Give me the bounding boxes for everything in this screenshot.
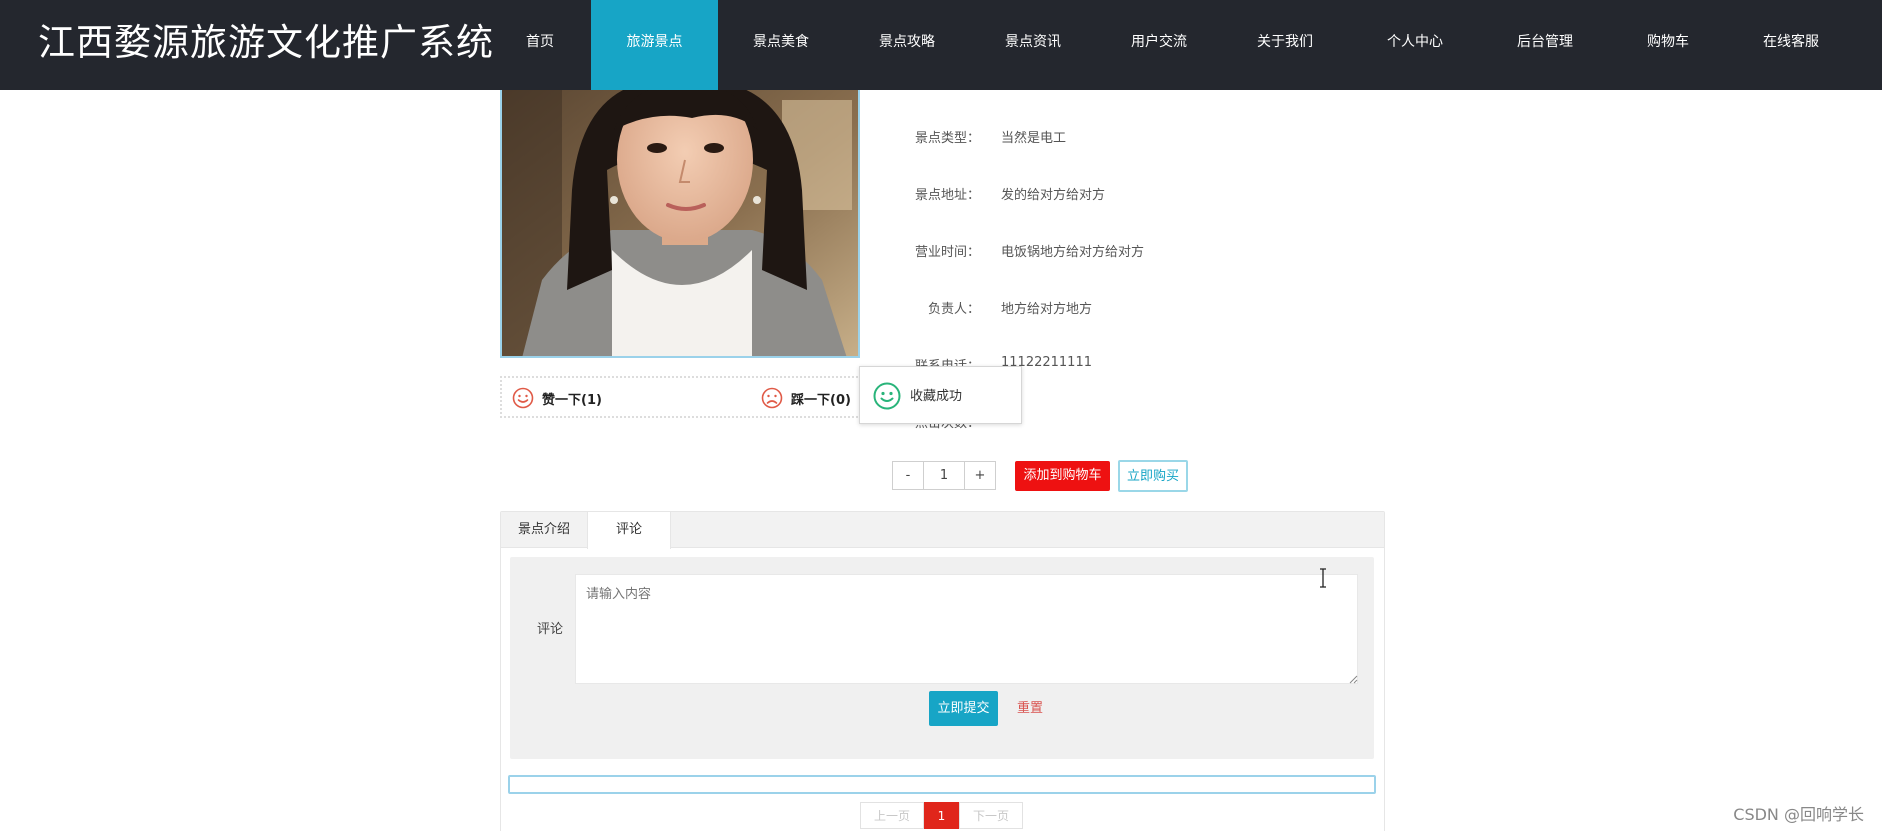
frown-icon xyxy=(761,387,783,409)
toast-message: 收藏成功 xyxy=(910,389,963,404)
dislike-label: 踩一下(0) xyxy=(791,392,851,408)
comment-label: 评论 xyxy=(537,622,564,637)
info-label-manager: 负责人： xyxy=(927,302,980,317)
dislike-button[interactable]: 踩一下(0) xyxy=(761,386,851,410)
info-value-address: 发的给对方给对方 xyxy=(1001,188,1106,203)
buy-now-button[interactable]: 立即购买 xyxy=(1118,460,1188,492)
tab-intro[interactable]: 景点介绍 xyxy=(501,512,587,548)
reset-comment-button[interactable]: 重置 xyxy=(1017,691,1043,726)
nav-spot-food[interactable]: 景点美食 xyxy=(736,0,826,90)
current-page-button[interactable]: 1 xyxy=(924,802,959,829)
add-to-cart-button[interactable]: 添加到购物车 xyxy=(1015,461,1110,491)
prev-page-button[interactable]: 上一页 xyxy=(860,802,924,829)
text-cursor-icon xyxy=(1320,568,1326,588)
site-title: 江西婺源旅游文化推广系统 xyxy=(38,21,494,64)
info-label-address: 景点地址： xyxy=(914,188,980,203)
info-row-type: 景点类型： 当然是电工 xyxy=(880,127,1066,147)
tab-header: 景点介绍 评论 xyxy=(501,512,1384,549)
submit-comment-button[interactable]: 立即提交 xyxy=(929,691,998,726)
nav-spot-news[interactable]: 景点资讯 xyxy=(988,0,1078,90)
quantity-input[interactable]: 1 xyxy=(923,462,965,489)
info-value-manager: 地方给对方地方 xyxy=(1001,302,1093,317)
nav-online-service[interactable]: 在线客服 xyxy=(1746,0,1836,90)
like-button[interactable]: 赞一下(1) xyxy=(512,386,602,410)
tab-comments[interactable]: 评论 xyxy=(587,512,671,549)
top-navbar: 江西婺源旅游文化推广系统 首页 旅游景点 景点美食 景点攻略 景点资讯 用户交流… xyxy=(0,0,1882,90)
quantity-plus-button[interactable]: + xyxy=(965,462,995,489)
comment-form: 评论 立即提交 重置 xyxy=(510,557,1374,759)
vote-bar: 赞一下(1) 踩一下(0) xyxy=(500,376,862,418)
nav-spot-guides[interactable]: 景点攻略 xyxy=(862,0,952,90)
nav-personal-center[interactable]: 个人中心 xyxy=(1370,0,1460,90)
spot-photo-illustration xyxy=(502,90,858,356)
comment-list-container xyxy=(508,775,1376,794)
smile-icon xyxy=(512,387,534,409)
nav-cart[interactable]: 购物车 xyxy=(1623,0,1713,90)
nav-admin[interactable]: 后台管理 xyxy=(1500,0,1590,90)
nav-tourist-spots[interactable]: 旅游景点 xyxy=(591,0,718,90)
spot-photo xyxy=(500,90,860,358)
info-value-hours: 电饭锅地方给对方给对方 xyxy=(1001,245,1145,260)
like-label: 赞一下(1) xyxy=(542,392,602,408)
info-row-address: 景点地址： 发的给对方给对方 xyxy=(880,184,1105,204)
favorite-success-toast: 收藏成功 xyxy=(859,366,1022,424)
next-page-button[interactable]: 下一页 xyxy=(959,802,1023,829)
nav-home[interactable]: 首页 xyxy=(500,0,580,90)
csdn-watermark: CSDN @回响学长 xyxy=(1733,805,1864,824)
nav-about-us[interactable]: 关于我们 xyxy=(1240,0,1330,90)
info-row-hours: 营业时间： 电饭锅地方给对方给对方 xyxy=(880,241,1144,261)
info-label-type: 景点类型： xyxy=(914,131,980,146)
resize-grip-icon[interactable] xyxy=(1348,674,1358,684)
info-row-manager: 负责人： 地方给对方地方 xyxy=(880,298,1092,318)
quantity-minus-button[interactable]: - xyxy=(893,462,923,489)
info-label-hours: 营业时间： xyxy=(914,245,980,260)
comment-textarea[interactable] xyxy=(575,574,1358,684)
quantity-stepper: - 1 + xyxy=(892,461,996,490)
nav-user-exchange[interactable]: 用户交流 xyxy=(1114,0,1204,90)
info-value-type: 当然是电工 xyxy=(1001,131,1067,146)
pagination: 上一页 1 下一页 xyxy=(860,802,1023,829)
success-smile-icon xyxy=(873,382,901,410)
